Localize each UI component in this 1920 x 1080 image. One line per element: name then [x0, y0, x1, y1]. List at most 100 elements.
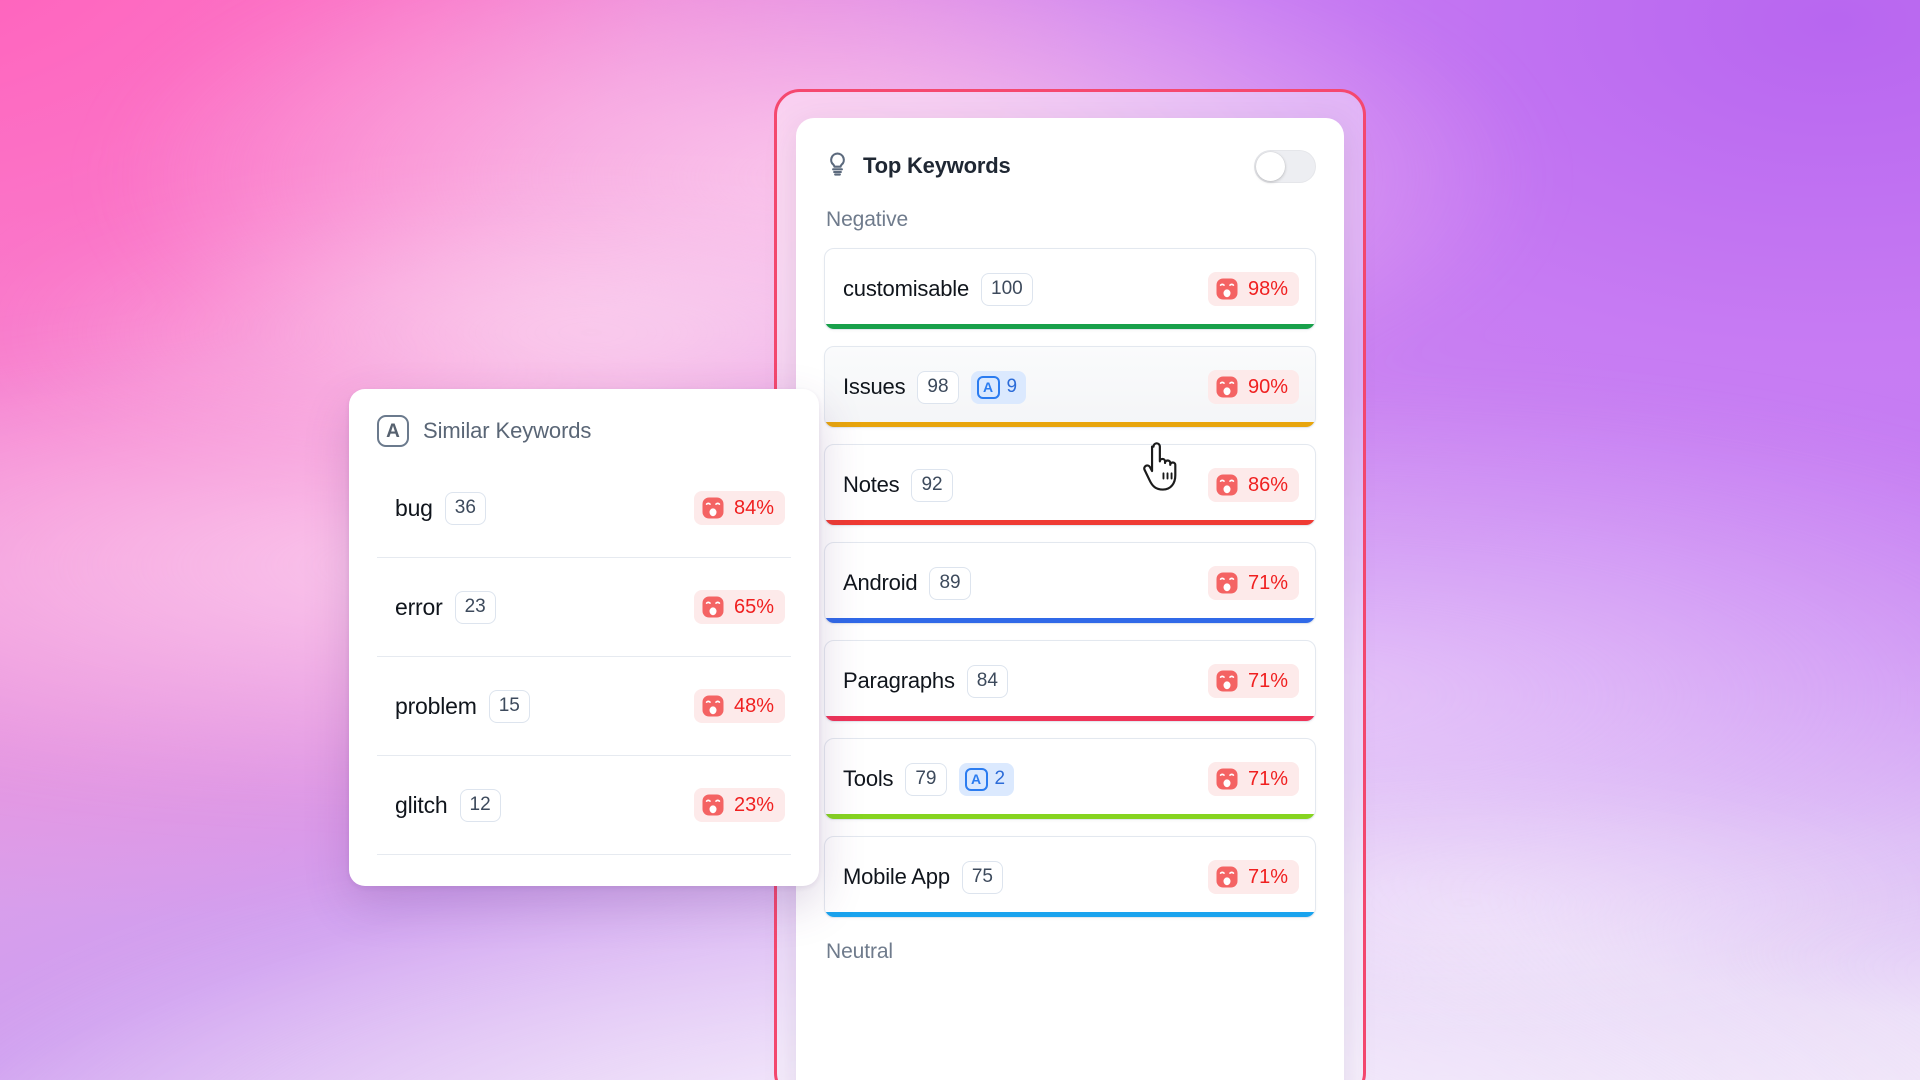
similar-keyword-row-left: glitch 12 — [395, 788, 694, 822]
similar-keyword-row-left: problem 15 — [395, 689, 694, 723]
row-accent-bar — [825, 324, 1315, 329]
sad-face-icon — [1216, 278, 1238, 300]
keyword-count-chip: 84 — [966, 664, 1008, 698]
ai-similar-keywords-chip[interactable]: A2 — [958, 762, 1015, 796]
keyword-row[interactable]: Issues 98 A 9 90% — [824, 346, 1316, 428]
keyword-row[interactable]: Paragraphs 84 71% — [824, 640, 1316, 722]
section-label-negative: Negative — [826, 208, 909, 231]
top-keywords-toggle[interactable] — [1254, 149, 1316, 183]
sentiment-badge: 48% — [693, 689, 785, 723]
sentiment-percent: 90% — [1247, 375, 1288, 398]
keyword-row-left: Paragraphs 84 — [843, 664, 1208, 698]
row-accent-bar — [825, 814, 1315, 819]
similar-keyword-name: problem — [395, 692, 477, 719]
page-title: Top Keywords — [863, 153, 1011, 178]
keyword-count-chip: 79 — [905, 762, 947, 796]
keyword-count-chip: 100 — [981, 272, 1033, 306]
sentiment-percent: 98% — [1247, 277, 1288, 300]
sentiment-percent: 71% — [1247, 767, 1288, 790]
similar-keyword-row[interactable]: glitch 12 23% — [377, 756, 791, 855]
similar-keyword-row[interactable]: error 23 65% — [377, 558, 791, 657]
similar-keywords-header: A Similar Keywords — [377, 415, 791, 447]
sad-face-icon — [1216, 670, 1238, 692]
section-label-neutral: Neutral — [826, 940, 893, 963]
keyword-row-left: customisable 100 — [843, 272, 1208, 306]
keyword-name: customisable — [843, 276, 969, 301]
keyword-name: Tools — [843, 766, 894, 791]
similar-keywords-title: Similar Keywords — [423, 418, 592, 443]
keyword-row-left: Notes 92 — [843, 468, 1208, 502]
ai-count: 9 — [1006, 376, 1018, 397]
sad-face-icon — [702, 596, 724, 618]
keyword-row[interactable]: Notes 92 86% — [824, 444, 1316, 526]
sentiment-percent: 86% — [1247, 473, 1288, 496]
sentiment-badge: 23% — [693, 788, 785, 822]
keyword-name: Notes — [843, 472, 900, 497]
sentiment-badge: 71% — [1207, 762, 1299, 796]
similar-keywords-card: A Similar Keywords bug 36 84% error 23 65% pro… — [349, 389, 819, 886]
keyword-list: customisable 100 98% Issues 98 A 9 90% Notes 92 86… — [824, 248, 1316, 918]
keyword-name: Paragraphs — [843, 668, 955, 693]
similar-keyword-row-left: bug 36 — [395, 491, 694, 525]
keyword-row-left: Tools 79 A 2 — [843, 762, 1208, 796]
similar-keyword-row-left: error 23 — [395, 590, 694, 624]
similar-keyword-count-chip: 12 — [459, 788, 501, 822]
row-accent-bar — [825, 618, 1315, 623]
card-title-wrap: Top Keywords — [824, 150, 1011, 182]
row-accent-bar — [825, 912, 1315, 917]
similar-keyword-name: glitch — [395, 791, 448, 818]
sentiment-percent: 71% — [1247, 865, 1288, 888]
sentiment-percent: 65% — [733, 595, 774, 618]
row-accent-bar — [825, 520, 1315, 525]
keyword-name: Mobile App — [843, 864, 950, 889]
sentiment-percent: 23% — [733, 793, 774, 816]
keyword-row[interactable]: Android 89 71% — [824, 542, 1316, 624]
sentiment-percent: 48% — [733, 694, 774, 717]
ai-similar-keywords-chip[interactable]: A9 — [970, 370, 1027, 404]
sentiment-badge: 86% — [1207, 468, 1299, 502]
keyword-row-left: Mobile App 75 — [843, 860, 1208, 894]
sentiment-badge: 65% — [693, 590, 785, 624]
sad-face-icon — [1216, 866, 1238, 888]
keyword-row-left: Issues 98 A 9 — [843, 370, 1208, 404]
ai-letter-a-icon: A — [976, 375, 1000, 399]
keyword-row-left: Android 89 — [843, 566, 1208, 600]
similar-keyword-name: bug — [395, 494, 433, 521]
sentiment-badge: 71% — [1207, 664, 1299, 698]
sentiment-badge: 98% — [1207, 272, 1299, 306]
sentiment-percent: 71% — [1247, 571, 1288, 594]
sad-face-icon — [702, 794, 724, 816]
ai-letter-a-icon: A — [377, 415, 409, 447]
keyword-name: Issues — [843, 374, 906, 399]
sentiment-badge: 71% — [1207, 860, 1299, 894]
top-keywords-card: Top Keywords Negative customisable 100 98%… — [796, 118, 1344, 1080]
sad-face-icon — [702, 497, 724, 519]
ai-count: 2 — [994, 768, 1006, 789]
row-accent-bar — [825, 422, 1315, 427]
sentiment-badge: 84% — [693, 491, 785, 525]
keyword-row[interactable]: Tools 79 A 2 71% — [824, 738, 1316, 820]
ai-letter-a-icon: A — [964, 767, 988, 791]
row-accent-bar — [825, 716, 1315, 721]
similar-keyword-name: error — [395, 593, 443, 620]
lightbulb-icon — [824, 150, 851, 182]
keyword-count-chip: 92 — [911, 468, 953, 502]
keyword-row[interactable]: customisable 100 98% — [824, 248, 1316, 330]
similar-keyword-count-chip: 36 — [444, 491, 486, 525]
similar-keyword-row[interactable]: problem 15 48% — [377, 657, 791, 756]
toggle-knob — [1256, 151, 1285, 181]
keyword-count-chip: 98 — [917, 370, 959, 404]
keyword-count-chip: 75 — [961, 860, 1003, 894]
sentiment-percent: 71% — [1247, 669, 1288, 692]
similar-keywords-list: bug 36 84% error 23 65% problem 15 48% glitch 12 23… — [377, 459, 791, 855]
similar-keyword-row[interactable]: bug 36 84% — [377, 459, 791, 558]
sentiment-percent: 84% — [733, 496, 774, 519]
sad-face-icon — [1216, 474, 1238, 496]
similar-keyword-count-chip: 15 — [488, 689, 530, 723]
card-header: Top Keywords — [824, 146, 1316, 186]
sad-face-icon — [1216, 572, 1238, 594]
keyword-count-chip: 89 — [929, 566, 971, 600]
sentiment-badge: 90% — [1207, 370, 1299, 404]
sad-face-icon — [1216, 376, 1238, 398]
keyword-row[interactable]: Mobile App 75 71% — [824, 836, 1316, 918]
